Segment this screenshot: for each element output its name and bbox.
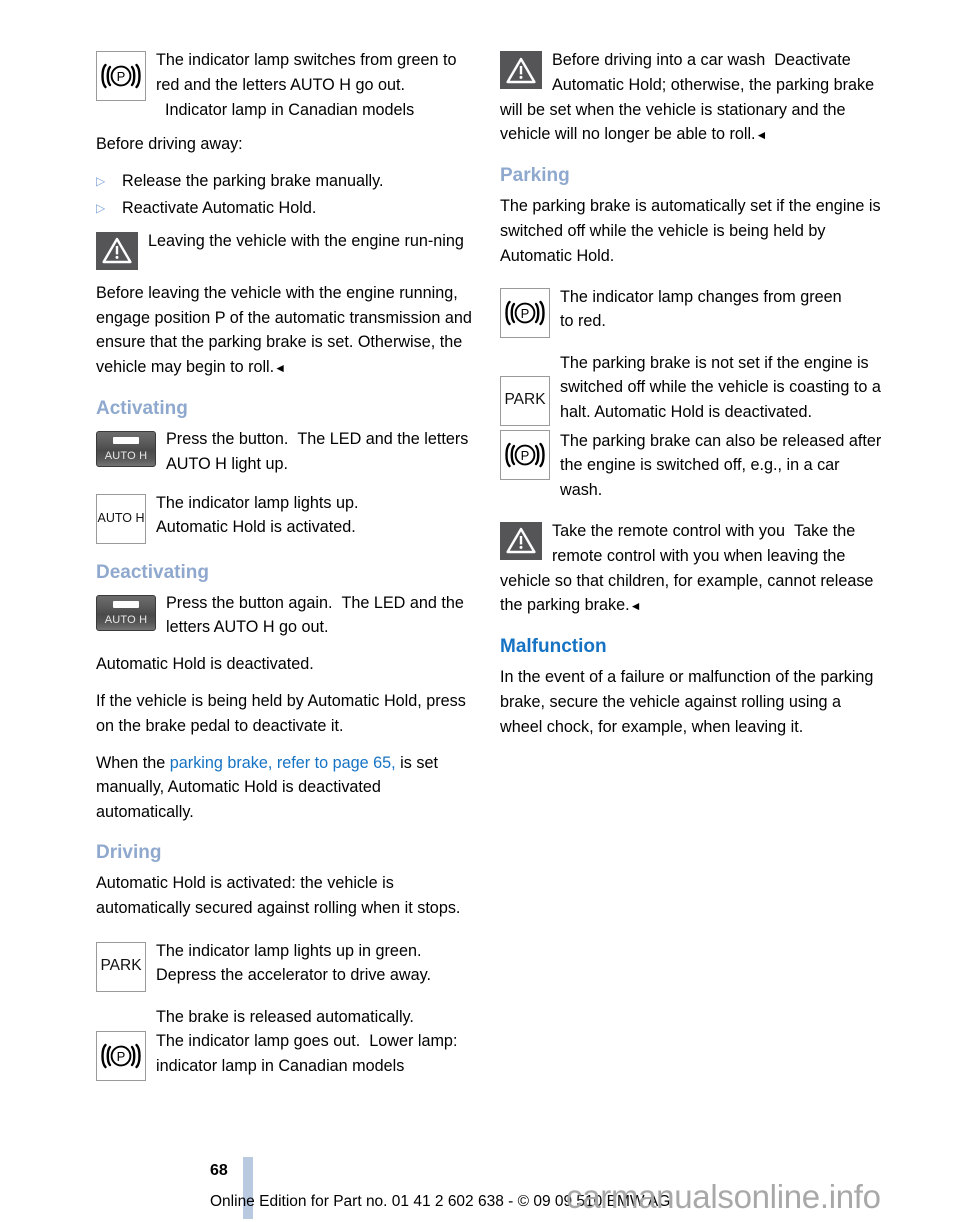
icon-text-block: P The indicator lamp changes from green … <box>500 285 882 339</box>
icon-text-block: AUTO H Press the button again. The LED a… <box>96 591 478 641</box>
brake-lamp-icon: P <box>96 1030 146 1081</box>
section-heading-deactivating: Deactivating <box>96 561 209 583</box>
block-text-line1: The indicator lamp switches from green <box>156 51 439 69</box>
warning-text: Take the remote control with you Take th… <box>500 519 882 619</box>
paragraph-before-driving-away: Before driving away: <box>96 135 243 154</box>
warning-block: Before driving into a car wash Deactivat… <box>500 48 882 148</box>
block-text-line1: The indicator lamp changes from green <box>560 287 842 306</box>
auto-h-button-label: AUTO H <box>104 613 148 626</box>
led-indicator-icon <box>113 436 139 444</box>
left-text-column: P The indicator lamp switches from green… <box>96 48 478 1092</box>
block-text: The indicator lamp lights up. Automatic … <box>96 491 478 541</box>
paragraph-hold-deactivated: Automatic Hold is deactivated. <box>96 655 314 674</box>
block-text-line1: The indicator lamp lights up. <box>156 493 359 512</box>
block-text-line2: Depress the accelerator to drive away. <box>156 966 432 985</box>
auto-h-button-label: AUTO H <box>104 449 148 462</box>
warning-title: Before driving into a car wash <box>552 51 766 69</box>
svg-text:P: P <box>117 1049 126 1064</box>
brake-lamp-icon: P <box>96 51 146 101</box>
svg-text:P: P <box>117 69 126 84</box>
section-heading-driving: Driving <box>96 841 162 863</box>
xref-prefix: When the <box>96 753 170 772</box>
paragraph-parking-brake-xref: When the parking brake, refer to page 65… <box>96 751 478 825</box>
warning-endmark-icon: ◄ <box>274 361 287 376</box>
section-heading-malfunction: Malfunction <box>500 636 607 658</box>
page-number: 68 <box>210 1162 228 1179</box>
warning-text: Before driving into a car wash Deactivat… <box>500 48 882 148</box>
icon-text-block: P The parking brake can also be released… <box>500 429 882 503</box>
block-text-line0: The brake is released automatically. <box>156 1007 414 1026</box>
park-lamp-icon: PARK <box>500 375 550 426</box>
block-text-line3: Indicator lamp in Canadian models <box>165 100 415 119</box>
list-item-label: Release the parking brake manually. <box>122 172 384 191</box>
warning-body: Before leaving the vehicle with the engi… <box>96 281 478 381</box>
auto-h-button-icon: AUTO H <box>96 594 156 631</box>
section-heading-activating: Activating <box>96 397 188 419</box>
warning-triangle-icon <box>500 521 542 560</box>
icon-text-block: AUTO H The indicator lamp lights up. Aut… <box>96 491 478 545</box>
warning-title: Leaving the vehicle with the engine run-… <box>148 231 464 250</box>
warning-endmark-icon: ◄ <box>755 128 768 143</box>
right-text-column: Before driving into a car wash Deactivat… <box>500 48 882 752</box>
paragraph-hold-activated: Automatic Hold is activated: the vehicle… <box>96 873 461 917</box>
warning-triangle-icon <box>500 51 542 89</box>
led-indicator-icon <box>113 600 139 608</box>
icon-text-block: P The brake is released automatically. T… <box>96 1005 478 1082</box>
list-item: ▷ Reactivate Automatic Hold. <box>96 196 478 221</box>
icon-text-block: PARK The parking brake is not set if the… <box>500 351 882 427</box>
paragraph-parking-intro: The parking brake is automatically set i… <box>500 197 881 265</box>
block-text: The indicator lamp switches from green t… <box>96 48 478 122</box>
triangle-bullet-icon: ▷ <box>96 200 106 215</box>
watermark: carmanualsonline.info <box>566 1178 881 1215</box>
icon-text-block: P The indicator lamp switches from green… <box>96 48 478 122</box>
park-lamp-icon: PARK <box>96 941 146 992</box>
svg-text:P: P <box>521 448 530 463</box>
triangle-bullet-icon: ▷ <box>96 174 106 189</box>
icon-text-block: PARK The indicator lamp lights up in gre… <box>96 939 478 993</box>
list-item: ▷ Release the parking brake manually. <box>96 169 478 194</box>
warning-block: Leaving the vehicle with the engine run-… <box>96 229 478 271</box>
auto-h-lamp-label: AUTO H <box>97 511 145 526</box>
parking-brake-page-link[interactable]: parking brake, refer to page 65, <box>170 754 396 772</box>
block-text: The parking brake is not set if the engi… <box>560 353 881 422</box>
park-lamp-label: PARK <box>504 391 546 409</box>
block-text-line1: The indicator lamp lights up in green. <box>156 941 422 960</box>
brake-lamp-icon: P <box>500 429 550 480</box>
chapter-tab: Driving <box>0 0 92 1222</box>
paragraph-malfunction: In the event of a failure or malfunction… <box>500 668 874 736</box>
warning-endmark-icon: ◄ <box>629 599 642 614</box>
svg-text:P: P <box>521 306 530 321</box>
block-text-line1: The indicator lamp goes out. <box>156 1032 361 1051</box>
brake-lamp-icon: P <box>500 287 550 338</box>
warning-triangle-icon <box>96 231 138 270</box>
auto-h-lamp-icon: AUTO H <box>96 493 146 544</box>
block-text-line2: to red. <box>560 312 606 331</box>
block-text: The parking brake can also be released a… <box>560 431 882 500</box>
icon-text-block: AUTO H Press the button. The LED and the… <box>96 427 478 477</box>
block-text-line1: Press the button again. <box>166 593 333 612</box>
block-text: The indicator lamp lights up in green. D… <box>96 939 478 989</box>
warning-block: Take the remote control with you Take th… <box>500 519 882 619</box>
park-lamp-label: PARK <box>100 957 142 975</box>
list-item-label: Reactivate Automatic Hold. <box>122 198 317 217</box>
section-heading-parking: Parking <box>500 165 570 187</box>
block-text-line2: Automatic Hold is activated. <box>156 518 356 537</box>
auto-h-button-icon: AUTO H <box>96 430 156 467</box>
block-text-line1: Press the button. <box>166 429 289 448</box>
block-text: The brake is released automatically. The… <box>96 1005 478 1079</box>
warning-title: Take the remote control with you <box>552 521 786 540</box>
block-text: The indicator lamp changes from green to… <box>500 285 882 335</box>
paragraph-brake-pedal: If the vehicle is being held by Automati… <box>96 691 466 735</box>
